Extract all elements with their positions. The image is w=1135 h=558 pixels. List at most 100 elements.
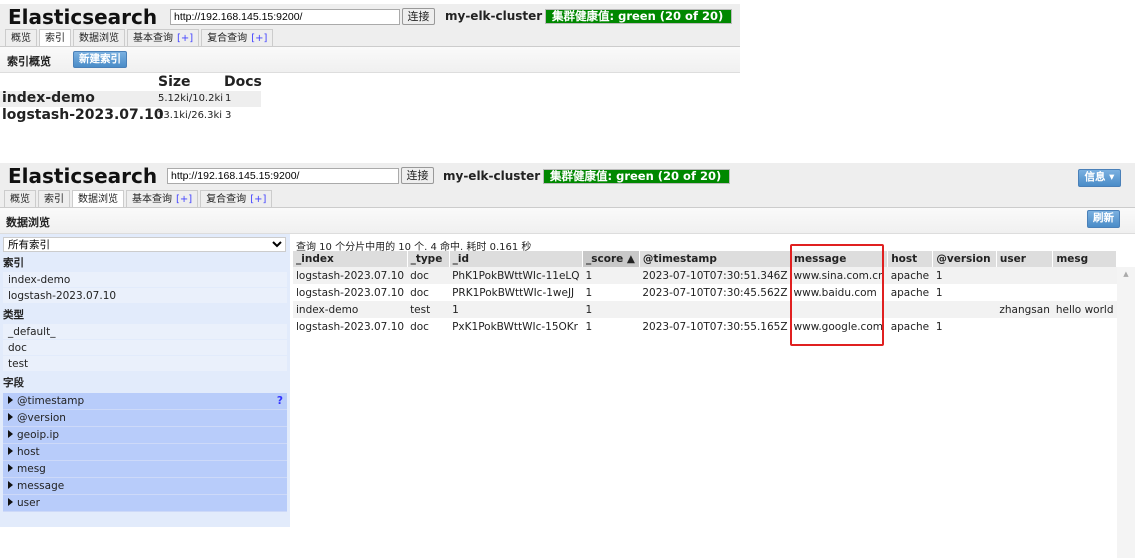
column-header[interactable]: _id <box>449 251 584 267</box>
table-row[interactable]: logstash-2023.07.10 doc PxK1PokBWttWIc-15O… <box>293 318 1117 335</box>
table-cell: 1 <box>585 286 593 299</box>
field-item-label: message <box>17 480 65 492</box>
column-header[interactable]: host <box>887 251 934 267</box>
top-tabs: 概览 索引 数据浏览 基本查询 [+] 复合查询 [+] <box>5 29 274 46</box>
table-cell <box>1053 318 1117 335</box>
expand-triangle-icon <box>8 464 13 472</box>
tab-0[interactable]: 概览 <box>5 29 37 46</box>
url-input[interactable] <box>167 168 399 184</box>
table-cell: PxK1PokBWttWIc-15OKr <box>452 320 578 333</box>
table-cell: apache <box>887 267 933 284</box>
table-cell <box>1053 284 1117 301</box>
table-cell: 1 <box>582 301 640 318</box>
tab-4[interactable]: 复合查询 [+] <box>200 190 273 207</box>
table-cell: 1 <box>932 267 997 284</box>
add-tab-button[interactable]: [+] <box>176 194 192 205</box>
field-item-label: mesg <box>17 463 46 475</box>
scroll-up-arrow[interactable]: ▲ <box>1117 270 1135 278</box>
column-header[interactable]: @timestamp <box>639 251 792 267</box>
index-select[interactable]: 所有索引 <box>3 237 286 252</box>
table-row[interactable]: logstash-2023.07.10 doc PhK1PokBWttWIc-11e… <box>293 267 1117 284</box>
field-item[interactable]: geoip.ip <box>3 427 287 444</box>
field-item[interactable]: host <box>3 444 287 461</box>
top-app-title: Elasticsearch <box>8 5 158 29</box>
table-cell: 1 <box>935 286 943 299</box>
table-cell <box>996 284 1052 301</box>
type-filter-item[interactable]: _default_ <box>3 324 287 340</box>
tab-2[interactable]: 数据浏览 <box>72 190 124 207</box>
top-connect-button[interactable]: 连接 <box>402 8 435 25</box>
index-filter-item[interactable]: logstash-2023.07.10 <box>3 288 287 304</box>
add-tab-button[interactable]: [+] <box>250 194 266 205</box>
table-row[interactable]: index-demo test 1 1 zhangsan hello world <box>293 301 1117 318</box>
table-cell: 1 <box>449 301 583 318</box>
connect-button[interactable]: 连接 <box>401 167 434 184</box>
tab-label: 数据浏览 <box>78 194 118 205</box>
index-filter-item-label: logstash-2023.07.10 <box>8 290 117 302</box>
tab-3[interactable]: 基本查询 [+] <box>126 190 199 207</box>
top-url-input[interactable] <box>170 9 400 25</box>
index-filter-item-label: index-demo <box>8 274 71 286</box>
field-item-label: @timestamp <box>17 395 85 407</box>
column-header[interactable]: user <box>996 251 1054 267</box>
field-item[interactable]: @timestamp? <box>3 393 287 410</box>
tab-label: 复合查询 <box>206 194 247 205</box>
table-cell <box>639 301 791 318</box>
expand-triangle-icon <box>8 447 13 455</box>
table-cell: doc <box>407 267 450 284</box>
results-table: _index _type _id _score ▲ @timestamp message h… <box>293 251 1117 335</box>
table-cell: doc <box>410 320 429 333</box>
scrollbar[interactable]: ▲ <box>1117 267 1135 558</box>
top-cluster-name: my-elk-cluster <box>445 9 543 23</box>
index-heading: 索引 <box>3 257 24 269</box>
index-filter-item[interactable]: index-demo <box>3 272 287 288</box>
tab-1[interactable]: 索引 <box>39 29 71 46</box>
column-header[interactable]: @version <box>932 251 997 267</box>
add-tab-button[interactable]: [+] <box>251 33 267 44</box>
cluster-name: my-elk-cluster <box>443 169 541 183</box>
table-cell: apache <box>890 320 930 333</box>
field-item[interactable]: @version <box>3 410 287 427</box>
tab-label: 基本查询 <box>133 33 173 44</box>
tab-0[interactable]: 概览 <box>4 190 36 207</box>
tabs: 概览 索引 数据浏览 基本查询 [+] 复合查询 [+] <box>4 190 273 207</box>
app-title: Elasticsearch <box>8 164 158 188</box>
add-tab-button[interactable]: [+] <box>177 33 193 44</box>
type-filter-item[interactable]: test <box>3 356 287 372</box>
expand-triangle-icon <box>8 413 13 421</box>
new-index-button[interactable]: 新建索引 <box>73 51 127 68</box>
tab-2[interactable]: 数据浏览 <box>73 29 125 46</box>
tab-label: 索引 <box>44 194 64 205</box>
table-cell <box>996 318 1052 335</box>
index-size: 13.1ki/26.3ki <box>157 110 223 121</box>
column-header[interactable]: _score ▲ <box>582 251 640 267</box>
tab-3[interactable]: 基本查询 [+] <box>127 29 200 46</box>
table-cell: PhK1PokBWttWIc-11eLQ <box>449 267 583 284</box>
column-header[interactable]: _index <box>293 251 408 267</box>
table-cell: 1 <box>582 267 640 284</box>
table-cell: PRK1PokBWttWIc-1weJJ <box>452 286 575 299</box>
field-item[interactable]: message <box>3 478 287 495</box>
tab-1[interactable]: 索引 <box>38 190 70 207</box>
expand-triangle-icon <box>8 430 13 438</box>
field-item[interactable]: user <box>3 495 287 512</box>
tab-4[interactable]: 复合查询 [+] <box>201 29 274 46</box>
refresh-button[interactable]: 刷新 <box>1087 210 1120 228</box>
type-filter-item[interactable]: doc <box>3 340 287 356</box>
top-toolbar-title: 索引概览 <box>7 55 51 68</box>
column-header[interactable]: mesg <box>1052 251 1117 267</box>
table-cell <box>996 267 1053 284</box>
table-cell: logstash-2023.07.10 <box>296 286 405 299</box>
table-row[interactable]: logstash-2023.07.10 doc PRK1PokBWttWIc-1we… <box>293 284 1117 301</box>
table-cell: 1 <box>935 320 943 333</box>
index-size: 5.12ki/10.2ki <box>158 93 224 104</box>
info-dropdown-button[interactable]: 信息 ▾ <box>1078 169 1121 187</box>
table-cell: logstash-2023.07.10 <box>293 267 408 284</box>
help-icon[interactable]: ? <box>277 393 283 410</box>
field-item[interactable]: mesg <box>3 461 287 478</box>
table-cell: index-demo <box>293 301 408 318</box>
index-docs: 3 <box>225 110 232 121</box>
table-cell <box>932 301 997 318</box>
highlight-box <box>790 244 884 346</box>
column-header[interactable]: _type <box>407 251 450 267</box>
